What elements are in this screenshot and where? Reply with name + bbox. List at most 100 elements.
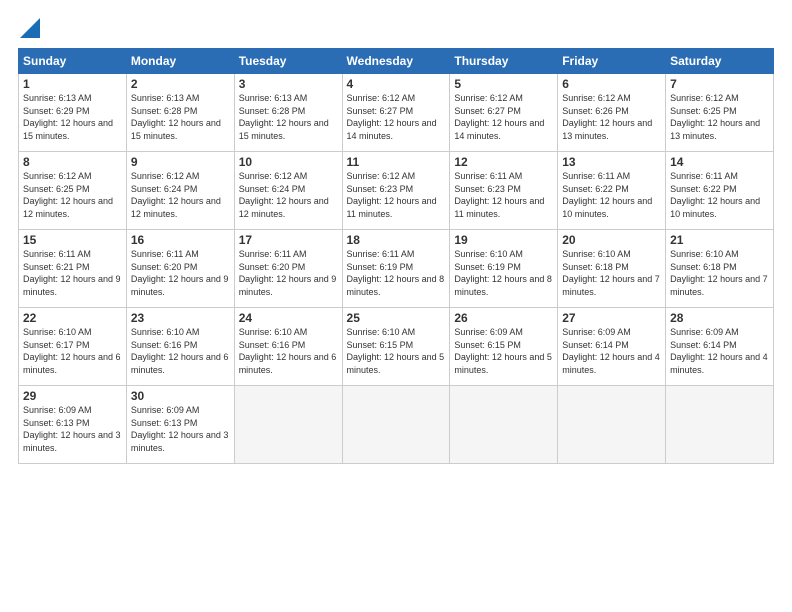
day-sun-info: Sunrise: 6:09 AMSunset: 6:13 PMDaylight:… <box>23 404 122 454</box>
day-number: 9 <box>131 155 230 169</box>
calendar-day-cell: 18Sunrise: 6:11 AMSunset: 6:19 PMDayligh… <box>342 230 450 308</box>
calendar-day-cell: 10Sunrise: 6:12 AMSunset: 6:24 PMDayligh… <box>234 152 342 230</box>
calendar-day-cell: 13Sunrise: 6:11 AMSunset: 6:22 PMDayligh… <box>558 152 666 230</box>
calendar-day-cell: 28Sunrise: 6:09 AMSunset: 6:14 PMDayligh… <box>666 308 774 386</box>
calendar-day-cell: 2Sunrise: 6:13 AMSunset: 6:28 PMDaylight… <box>126 74 234 152</box>
day-sun-info: Sunrise: 6:11 AMSunset: 6:23 PMDaylight:… <box>454 170 553 220</box>
calendar-week-row: 15Sunrise: 6:11 AMSunset: 6:21 PMDayligh… <box>19 230 774 308</box>
day-sun-info: Sunrise: 6:10 AMSunset: 6:16 PMDaylight:… <box>239 326 338 376</box>
calendar-day-cell: 30Sunrise: 6:09 AMSunset: 6:13 PMDayligh… <box>126 386 234 464</box>
calendar-day-cell: 22Sunrise: 6:10 AMSunset: 6:17 PMDayligh… <box>19 308 127 386</box>
calendar-day-cell: 15Sunrise: 6:11 AMSunset: 6:21 PMDayligh… <box>19 230 127 308</box>
day-sun-info: Sunrise: 6:12 AMSunset: 6:23 PMDaylight:… <box>347 170 446 220</box>
day-number: 4 <box>347 77 446 91</box>
day-number: 28 <box>670 311 769 325</box>
day-sun-info: Sunrise: 6:11 AMSunset: 6:20 PMDaylight:… <box>239 248 338 298</box>
calendar-day-cell: 25Sunrise: 6:10 AMSunset: 6:15 PMDayligh… <box>342 308 450 386</box>
day-number: 26 <box>454 311 553 325</box>
day-sun-info: Sunrise: 6:12 AMSunset: 6:26 PMDaylight:… <box>562 92 661 142</box>
day-sun-info: Sunrise: 6:10 AMSunset: 6:16 PMDaylight:… <box>131 326 230 376</box>
day-of-week-header: Wednesday <box>342 49 450 74</box>
calendar-day-cell: 3Sunrise: 6:13 AMSunset: 6:28 PMDaylight… <box>234 74 342 152</box>
day-sun-info: Sunrise: 6:11 AMSunset: 6:20 PMDaylight:… <box>131 248 230 298</box>
day-number: 21 <box>670 233 769 247</box>
day-sun-info: Sunrise: 6:11 AMSunset: 6:21 PMDaylight:… <box>23 248 122 298</box>
calendar-day-cell: 11Sunrise: 6:12 AMSunset: 6:23 PMDayligh… <box>342 152 450 230</box>
calendar-day-cell: 6Sunrise: 6:12 AMSunset: 6:26 PMDaylight… <box>558 74 666 152</box>
day-number: 29 <box>23 389 122 403</box>
calendar-day-cell: 5Sunrise: 6:12 AMSunset: 6:27 PMDaylight… <box>450 74 558 152</box>
calendar-day-cell: 29Sunrise: 6:09 AMSunset: 6:13 PMDayligh… <box>19 386 127 464</box>
day-sun-info: Sunrise: 6:11 AMSunset: 6:22 PMDaylight:… <box>670 170 769 220</box>
calendar-day-cell <box>666 386 774 464</box>
calendar-day-cell: 8Sunrise: 6:12 AMSunset: 6:25 PMDaylight… <box>19 152 127 230</box>
day-sun-info: Sunrise: 6:09 AMSunset: 6:15 PMDaylight:… <box>454 326 553 376</box>
day-number: 2 <box>131 77 230 91</box>
calendar: SundayMondayTuesdayWednesdayThursdayFrid… <box>18 48 774 464</box>
day-number: 24 <box>239 311 338 325</box>
day-number: 5 <box>454 77 553 91</box>
calendar-day-cell: 23Sunrise: 6:10 AMSunset: 6:16 PMDayligh… <box>126 308 234 386</box>
day-number: 20 <box>562 233 661 247</box>
calendar-week-row: 22Sunrise: 6:10 AMSunset: 6:17 PMDayligh… <box>19 308 774 386</box>
logo-triangle-icon <box>20 18 40 38</box>
day-number: 14 <box>670 155 769 169</box>
day-number: 8 <box>23 155 122 169</box>
calendar-day-cell: 19Sunrise: 6:10 AMSunset: 6:19 PMDayligh… <box>450 230 558 308</box>
day-number: 10 <box>239 155 338 169</box>
day-number: 7 <box>670 77 769 91</box>
day-sun-info: Sunrise: 6:13 AMSunset: 6:29 PMDaylight:… <box>23 92 122 142</box>
day-of-week-header: Saturday <box>666 49 774 74</box>
day-number: 12 <box>454 155 553 169</box>
calendar-week-row: 1Sunrise: 6:13 AMSunset: 6:29 PMDaylight… <box>19 74 774 152</box>
calendar-day-cell: 26Sunrise: 6:09 AMSunset: 6:15 PMDayligh… <box>450 308 558 386</box>
day-number: 25 <box>347 311 446 325</box>
day-number: 30 <box>131 389 230 403</box>
day-number: 27 <box>562 311 661 325</box>
day-sun-info: Sunrise: 6:12 AMSunset: 6:27 PMDaylight:… <box>347 92 446 142</box>
day-sun-info: Sunrise: 6:09 AMSunset: 6:14 PMDaylight:… <box>562 326 661 376</box>
page: SundayMondayTuesdayWednesdayThursdayFrid… <box>0 0 792 612</box>
calendar-body: 1Sunrise: 6:13 AMSunset: 6:29 PMDaylight… <box>19 74 774 464</box>
day-sun-info: Sunrise: 6:10 AMSunset: 6:19 PMDaylight:… <box>454 248 553 298</box>
day-of-week-header: Thursday <box>450 49 558 74</box>
day-number: 23 <box>131 311 230 325</box>
day-of-week-header: Tuesday <box>234 49 342 74</box>
day-number: 19 <box>454 233 553 247</box>
day-number: 22 <box>23 311 122 325</box>
calendar-day-cell: 20Sunrise: 6:10 AMSunset: 6:18 PMDayligh… <box>558 230 666 308</box>
day-number: 18 <box>347 233 446 247</box>
header <box>18 18 774 38</box>
calendar-day-cell: 7Sunrise: 6:12 AMSunset: 6:25 PMDaylight… <box>666 74 774 152</box>
day-number: 3 <box>239 77 338 91</box>
day-sun-info: Sunrise: 6:10 AMSunset: 6:18 PMDaylight:… <box>562 248 661 298</box>
calendar-day-cell: 14Sunrise: 6:11 AMSunset: 6:22 PMDayligh… <box>666 152 774 230</box>
day-sun-info: Sunrise: 6:12 AMSunset: 6:24 PMDaylight:… <box>239 170 338 220</box>
calendar-day-cell: 24Sunrise: 6:10 AMSunset: 6:16 PMDayligh… <box>234 308 342 386</box>
day-number: 6 <box>562 77 661 91</box>
calendar-day-cell: 17Sunrise: 6:11 AMSunset: 6:20 PMDayligh… <box>234 230 342 308</box>
day-of-week-header: Sunday <box>19 49 127 74</box>
day-number: 15 <box>23 233 122 247</box>
day-sun-info: Sunrise: 6:10 AMSunset: 6:17 PMDaylight:… <box>23 326 122 376</box>
calendar-day-cell: 1Sunrise: 6:13 AMSunset: 6:29 PMDaylight… <box>19 74 127 152</box>
calendar-day-cell: 21Sunrise: 6:10 AMSunset: 6:18 PMDayligh… <box>666 230 774 308</box>
calendar-day-cell: 12Sunrise: 6:11 AMSunset: 6:23 PMDayligh… <box>450 152 558 230</box>
calendar-week-row: 29Sunrise: 6:09 AMSunset: 6:13 PMDayligh… <box>19 386 774 464</box>
day-sun-info: Sunrise: 6:11 AMSunset: 6:22 PMDaylight:… <box>562 170 661 220</box>
day-sun-info: Sunrise: 6:12 AMSunset: 6:25 PMDaylight:… <box>670 92 769 142</box>
day-sun-info: Sunrise: 6:09 AMSunset: 6:14 PMDaylight:… <box>670 326 769 376</box>
calendar-day-cell <box>450 386 558 464</box>
day-sun-info: Sunrise: 6:12 AMSunset: 6:24 PMDaylight:… <box>131 170 230 220</box>
day-sun-info: Sunrise: 6:12 AMSunset: 6:27 PMDaylight:… <box>454 92 553 142</box>
calendar-day-cell <box>342 386 450 464</box>
calendar-header-row: SundayMondayTuesdayWednesdayThursdayFrid… <box>19 49 774 74</box>
calendar-week-row: 8Sunrise: 6:12 AMSunset: 6:25 PMDaylight… <box>19 152 774 230</box>
calendar-day-cell: 9Sunrise: 6:12 AMSunset: 6:24 PMDaylight… <box>126 152 234 230</box>
day-number: 13 <box>562 155 661 169</box>
day-sun-info: Sunrise: 6:10 AMSunset: 6:15 PMDaylight:… <box>347 326 446 376</box>
calendar-day-cell <box>558 386 666 464</box>
day-sun-info: Sunrise: 6:13 AMSunset: 6:28 PMDaylight:… <box>131 92 230 142</box>
day-number: 17 <box>239 233 338 247</box>
day-number: 1 <box>23 77 122 91</box>
